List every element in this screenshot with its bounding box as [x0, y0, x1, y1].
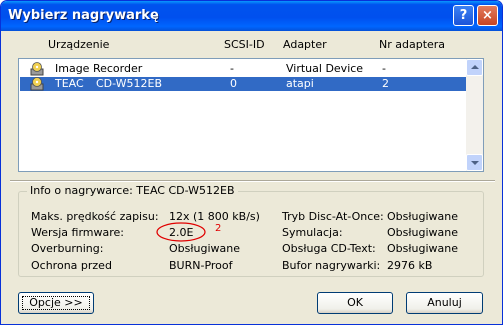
- buffer-protection-value: BURN-Proof: [169, 259, 233, 272]
- recorder-buffer-label: Bufor nagrywarki:: [282, 259, 381, 272]
- close-button[interactable]: ×: [477, 5, 498, 26]
- annotation-mark: 2: [215, 223, 222, 234]
- focus-rectangle: [22, 296, 90, 310]
- window-title: Wybierz nagrywarkę: [8, 8, 159, 23]
- max-write-speed-label: Maks. prędkość zapisu:: [31, 210, 159, 223]
- column-header-adapter[interactable]: Adapter: [283, 38, 327, 51]
- buffer-protection-label: Ochrona przed: [31, 259, 112, 272]
- title-bar: Wybierz nagrywarkę ? ×: [1, 1, 502, 31]
- device-adapter-no: 2: [382, 77, 389, 90]
- cd-text-value: Obsługiwane: [387, 242, 458, 255]
- disc-at-once-label: Tryb Disc-At-Once:: [282, 210, 384, 223]
- firmware-version-label: Wersja firmware:: [31, 226, 125, 239]
- simulation-value: Obsługiwane: [387, 226, 458, 239]
- device-scsi-id: 0: [230, 77, 237, 90]
- list-item[interactable]: Image Recorder - Virtual Device -: [20, 62, 468, 76]
- select-recorder-dialog: Wybierz nagrywarkę ? × Urządzenie SCSI-I…: [0, 0, 503, 325]
- device-model: CD-W512EB: [96, 77, 163, 90]
- cd-text-label: Obsługa CD-Text:: [282, 242, 376, 255]
- scroll-down-arrow-icon[interactable]: [466, 154, 483, 171]
- device-adapter-no: -: [382, 62, 386, 75]
- device-name: Image Recorder: [55, 62, 143, 75]
- recorder-info-legend: Info o nagrywarce: TEAC CD-W512EB: [27, 184, 238, 197]
- device-adapter: atapi: [286, 77, 314, 90]
- vertical-scrollbar[interactable]: [466, 59, 483, 171]
- disc-at-once-value: Obsługiwane: [387, 210, 458, 223]
- recorder-list[interactable]: Image Recorder - Virtual Device - TEAC C…: [18, 58, 484, 172]
- device-adapter: Virtual Device: [286, 62, 364, 75]
- list-item-selected[interactable]: TEAC CD-W512EB 0 atapi 2: [20, 77, 468, 91]
- recorder-buffer-value: 2976 kB: [387, 259, 433, 272]
- red-circle-annotation: [156, 222, 206, 242]
- options-button[interactable]: Opcje >>: [18, 292, 94, 314]
- cd-recorder-icon: [30, 62, 44, 76]
- help-button[interactable]: ?: [453, 5, 474, 26]
- column-header-scsi-id[interactable]: SCSI-ID: [224, 38, 265, 51]
- cd-recorder-icon: [30, 77, 44, 91]
- device-scsi-id: -: [230, 62, 234, 75]
- ok-button[interactable]: OK: [317, 292, 393, 314]
- device-name: TEAC: [55, 77, 84, 90]
- simulation-label: Symulacja:: [282, 226, 343, 239]
- separator: [10, 180, 495, 182]
- scroll-up-arrow-icon[interactable]: [466, 59, 483, 76]
- column-header-device[interactable]: Urządzenie: [48, 38, 109, 51]
- column-header-adapter-no[interactable]: Nr adaptera: [379, 38, 445, 51]
- cancel-button[interactable]: Anuluj: [406, 292, 483, 314]
- overburning-label: Overburning:: [31, 242, 104, 255]
